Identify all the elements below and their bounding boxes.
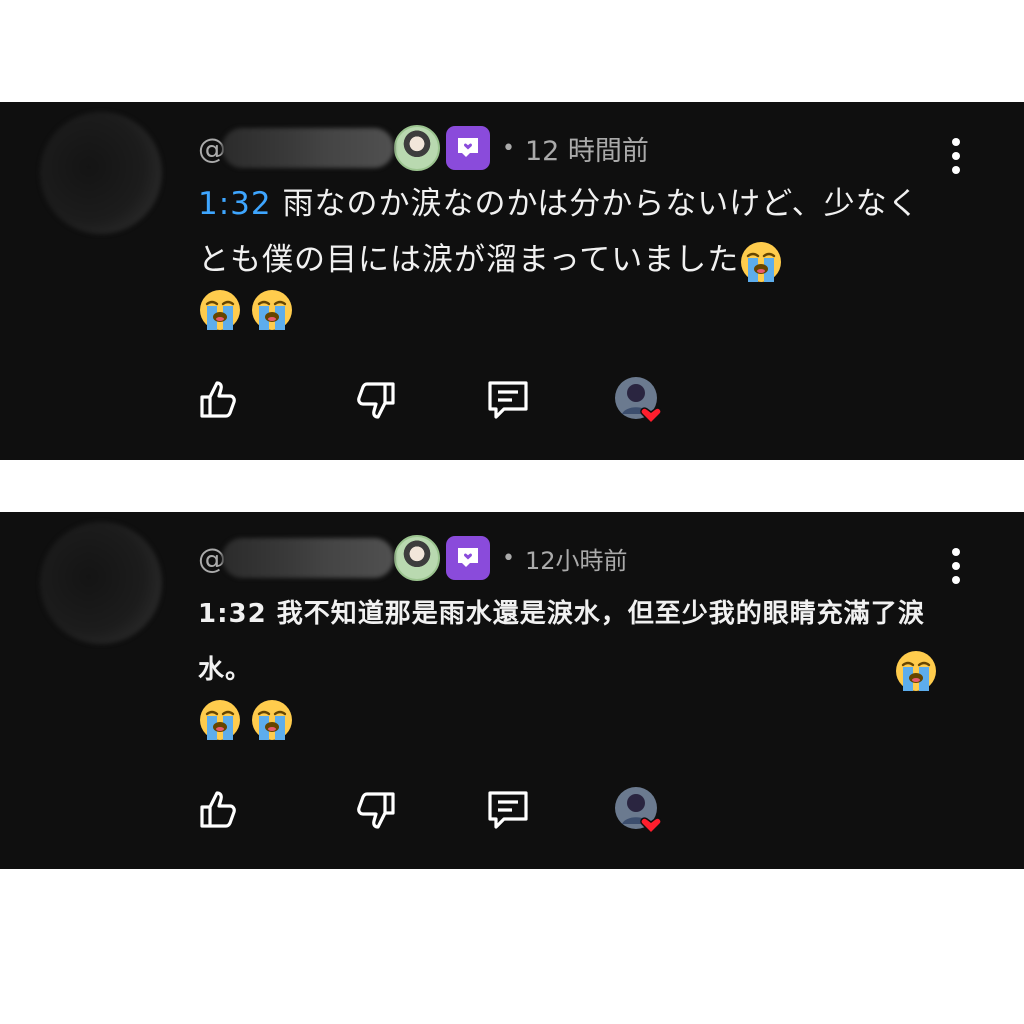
member-badge-icon <box>446 536 490 580</box>
like-icon[interactable] <box>196 376 244 424</box>
reply-icon[interactable] <box>484 786 532 834</box>
timestamp-link[interactable]: 1:32 <box>198 186 272 222</box>
avatar[interactable] <box>40 112 162 234</box>
comment-body: 我不知道那是雨水還是淚水，但至少我的眼睛充滿了淚水。 <box>198 599 925 685</box>
membership-avatar-icon <box>394 535 440 581</box>
blurred-username[interactable] <box>222 538 394 578</box>
more-vert-icon[interactable] <box>946 138 966 178</box>
avatar[interactable] <box>40 522 162 644</box>
like-icon[interactable] <box>196 786 244 834</box>
comment-header: @ • 12 時間前 <box>198 125 649 171</box>
blurred-username[interactable] <box>222 128 394 168</box>
comment-card: @ • 12小時前 1:32 我不知道那是雨水還是淚水，但至少我的眼睛充滿了淚水… <box>0 512 1024 869</box>
emoji-line <box>198 288 938 332</box>
loudly-crying-emoji-icon <box>200 290 240 330</box>
comment-body: 雨なのか涙なのかは分からないけど、少なくとも僕の目には涙が溜まっていました <box>198 186 920 278</box>
separator-dot: • <box>502 545 515 571</box>
comment-card: @ • 12 時間前 1:32 雨なのか涙なのかは分からないけど、少なくとも僕の… <box>0 102 1024 460</box>
creator-heart-icon <box>615 377 662 425</box>
comment-actions <box>196 376 696 432</box>
comment-actions <box>196 786 696 842</box>
member-badge-icon <box>446 126 490 170</box>
comment-text: 1:32 我不知道那是雨水還是淚水，但至少我的眼睛充滿了淚水。 <box>198 586 938 742</box>
dislike-icon[interactable] <box>351 786 399 834</box>
membership-avatar-icon <box>394 125 440 171</box>
loudly-crying-emoji-icon <box>252 700 292 740</box>
more-vert-icon[interactable] <box>946 548 966 588</box>
loudly-crying-emoji-icon <box>252 290 292 330</box>
comment-text: 1:32 雨なのか涙なのかは分からないけど、少なくとも僕の目には涙が溜まっていま… <box>198 176 938 332</box>
comment-time[interactable]: 12小時前 <box>525 541 628 576</box>
reply-icon[interactable] <box>484 376 532 424</box>
loudly-crying-emoji-icon <box>200 700 240 740</box>
dislike-icon[interactable] <box>351 376 399 424</box>
creator-heart-icon <box>615 787 662 835</box>
separator-dot: • <box>502 135 515 161</box>
emoji-line <box>198 698 938 742</box>
loudly-crying-emoji-icon <box>741 241 782 282</box>
loudly-crying-emoji-icon <box>896 650 936 691</box>
comment-time[interactable]: 12 時間前 <box>525 129 649 168</box>
timestamp-text[interactable]: 1:32 <box>198 599 267 629</box>
comment-header: @ • 12小時前 <box>198 535 628 581</box>
